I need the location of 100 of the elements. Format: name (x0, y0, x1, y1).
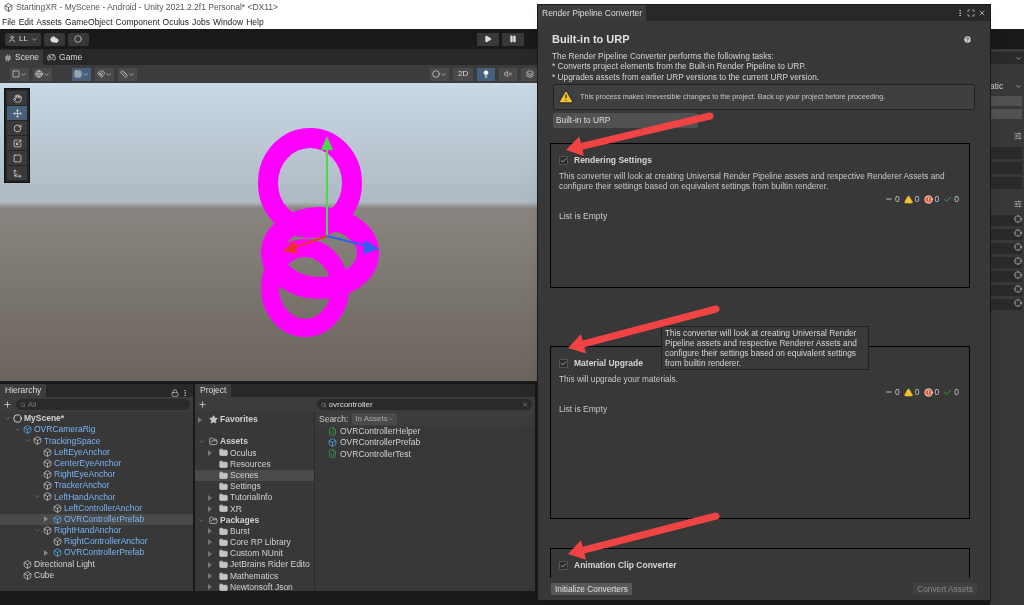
hierarchy-row[interactable]: RightControllerAnchor (0, 536, 193, 548)
menu-item[interactable]: Help (246, 15, 264, 29)
project-tree-row[interactable]: Core RP Library (195, 536, 314, 549)
collapse-arrow-icon[interactable] (208, 573, 212, 580)
project-tree-row[interactable]: JetBrains Rider Edito (195, 559, 314, 571)
object-field[interactable] (990, 256, 1022, 268)
initialize-converters-button[interactable]: Initialize Converters (551, 583, 632, 595)
asset-result[interactable]: OVRControllerHelper (340, 425, 421, 438)
project-tree-row[interactable]: Resources (195, 458, 314, 470)
rectangle-tool[interactable] (7, 151, 27, 165)
object-field[interactable] (990, 228, 1022, 240)
project-search-box[interactable]: ovrcontroller (317, 399, 532, 410)
rotate-tool[interactable] (7, 121, 27, 135)
draw-mode-dropdown[interactable] (10, 67, 29, 81)
view-tab[interactable]: Game (43, 50, 87, 65)
lighting-toggle[interactable] (477, 67, 496, 81)
hierarchy-row[interactable]: LeftEyeAnchor (0, 446, 193, 458)
project-tree-row[interactable]: Mathematics (195, 570, 314, 582)
collapse-arrow-icon[interactable] (208, 449, 212, 456)
snap-increment-button[interactable] (95, 67, 114, 81)
object-field[interactable] (990, 214, 1022, 226)
help-icon (963, 34, 972, 44)
hierarchy-row[interactable]: RightEyeAnchor (0, 468, 193, 481)
hierarchy-row[interactable]: LeftHandAnchor (0, 491, 193, 503)
hierarchy-row[interactable]: CenterEyeAnchor (0, 457, 193, 469)
menu-item[interactable]: Window (213, 15, 244, 29)
collapse-arrow-icon[interactable] (208, 528, 212, 535)
input-field[interactable] (990, 176, 1022, 189)
hierarchy-row[interactable]: LeftControllerAnchor (0, 502, 193, 514)
object-field[interactable] (990, 284, 1022, 296)
project-tree-row[interactable]: Burst (195, 525, 314, 537)
dropdown-field[interactable] (990, 95, 1022, 106)
menu-item[interactable]: File (2, 15, 16, 29)
hierarchy-row[interactable]: OVRCameraRig (0, 424, 193, 436)
view-tab[interactable]: Scene (0, 50, 44, 65)
project-tree-row[interactable]: Scenes (195, 469, 314, 481)
object-field[interactable] (990, 242, 1022, 254)
checkbox[interactable] (559, 358, 568, 368)
hierarchy-row[interactable]: OVRControllerPrefab (0, 547, 193, 559)
asset-result[interactable]: OVRControllerTest (340, 447, 411, 461)
grid-snap-button[interactable] (72, 67, 91, 81)
pause-button[interactable] (502, 32, 524, 46)
checkbox[interactable] (559, 560, 568, 570)
play-button[interactable] (477, 32, 499, 46)
collapse-arrow-icon[interactable] (208, 561, 212, 568)
collab-button[interactable] (67, 32, 89, 46)
transform-tool[interactable] (7, 166, 27, 180)
project-tree-row[interactable]: Oculus (195, 447, 314, 459)
project-tree-row[interactable]: Favorites (195, 414, 314, 426)
input-field[interactable] (990, 146, 1022, 159)
converter-tab[interactable]: Render Pipeline Converter (538, 5, 647, 21)
menu-item[interactable]: Component (115, 15, 160, 29)
ruler-button[interactable] (118, 67, 137, 81)
lock-icon (171, 389, 179, 397)
collapse-arrow-icon[interactable] (208, 550, 212, 557)
hierarchy-row[interactable]: TrackerAnchor (0, 480, 193, 492)
project-tree-row[interactable]: Assets (195, 436, 314, 448)
project-tree-row[interactable]: Packages (195, 514, 314, 526)
collapse-arrow-icon[interactable] (208, 494, 212, 501)
collapse-arrow-icon[interactable] (198, 416, 202, 423)
global-dropdown[interactable] (33, 67, 52, 81)
collapse-arrow-icon[interactable] (208, 539, 212, 546)
project-tab[interactable]: Project (195, 384, 232, 397)
hierarchy-row[interactable]: Cube (0, 569, 193, 581)
collapse-arrow-icon[interactable] (44, 549, 48, 556)
checkbox[interactable] (559, 155, 568, 165)
hierarchy-row[interactable]: RightHandAnchor (0, 524, 193, 537)
object-field[interactable] (990, 298, 1022, 310)
search-box[interactable]: All (16, 399, 190, 410)
menu-item[interactable]: GameObject (64, 15, 113, 29)
input-field[interactable] (990, 161, 1022, 174)
dropdown-field[interactable] (990, 108, 1022, 119)
project-tree-row[interactable]: XR (195, 503, 314, 515)
shading-dropdown[interactable] (430, 67, 449, 81)
hierarchy-row[interactable]: Directional Light (0, 558, 193, 570)
prefab-cube-icon (53, 514, 62, 524)
asset-result[interactable]: OVRControllerPrefab (340, 436, 421, 450)
collapse-arrow-icon[interactable] (208, 505, 212, 512)
project-tree-row[interactable]: Settings (195, 480, 314, 493)
hierarchy-row[interactable]: OVRControllerPrefab (0, 513, 193, 525)
scale-tool[interactable] (7, 136, 27, 150)
move-arrows-tool[interactable] (7, 106, 27, 120)
mode-2d-toggle[interactable]: 2D (453, 67, 474, 81)
search-scope-dropdown[interactable]: In Assets (352, 413, 397, 425)
hierarchy-row[interactable]: TrackingSpace (0, 435, 193, 447)
hierarchy-tab[interactable]: Hierarchy (0, 384, 47, 397)
menu-item[interactable]: Edit (18, 15, 34, 29)
account-dropdown[interactable]: LL (5, 32, 41, 46)
project-tree-row[interactable]: Custom NUnit (195, 548, 314, 560)
hierarchy-row[interactable]: MyScene* (0, 413, 193, 425)
hand-tool[interactable] (7, 91, 27, 105)
collapse-arrow-icon[interactable] (44, 516, 48, 523)
menu-item[interactable]: Oculus (162, 15, 189, 29)
menu-item[interactable]: Assets (36, 15, 62, 29)
menu-item[interactable]: Jobs (192, 15, 210, 29)
object-field[interactable] (990, 270, 1022, 282)
project-tree-row[interactable]: TutorialInfo (195, 492, 314, 504)
audio-toggle[interactable] (499, 67, 518, 81)
cloud-button[interactable] (43, 32, 65, 46)
dropdown-field[interactable] (990, 52, 1024, 64)
